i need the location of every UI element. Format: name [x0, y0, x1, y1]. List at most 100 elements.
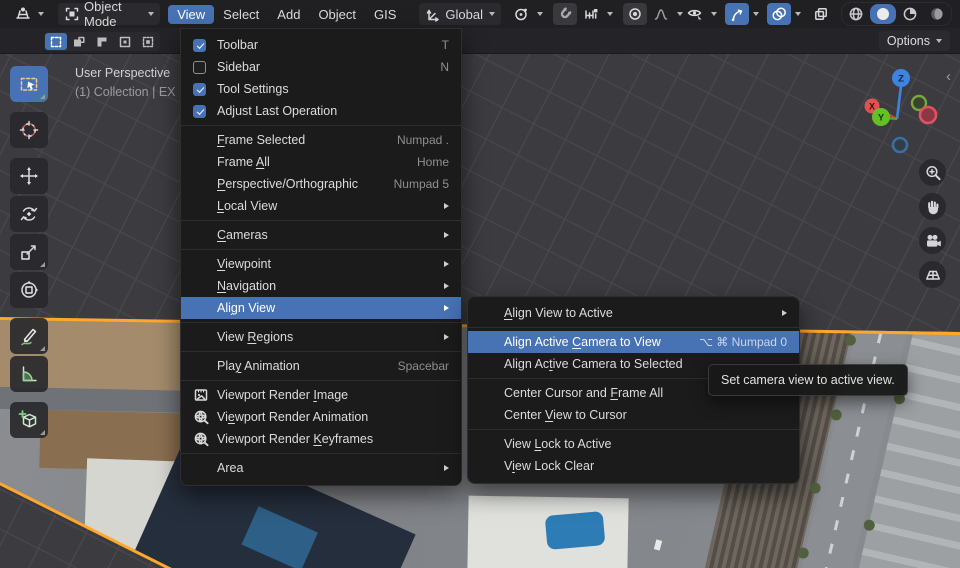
- pivot-point-dropdown[interactable]: [509, 3, 543, 25]
- zoom-icon[interactable]: [919, 159, 946, 186]
- view-menu-item-sidebar[interactable]: SidebarN: [181, 56, 461, 78]
- menu-item-label: Viewport Render Animation: [217, 410, 439, 424]
- menu-item-label: Center View to Cursor: [504, 408, 777, 422]
- menu-item-right: [444, 232, 449, 238]
- view-menu-item-play-animation[interactable]: Play AnimationSpacebar: [181, 355, 461, 377]
- editor-type-button[interactable]: [8, 3, 50, 25]
- view-menu-item-frame-selected[interactable]: Frame SelectedNumpad .: [181, 129, 461, 151]
- menu-item-label: Area: [217, 461, 434, 475]
- menu-item-label: Play Animation: [217, 359, 388, 373]
- render-keyframes-icon: [193, 431, 209, 447]
- menu-separator: [468, 327, 799, 328]
- view-menu-item-cameras[interactable]: Cameras: [181, 224, 461, 246]
- tool-transform[interactable]: [10, 272, 48, 308]
- shading-wireframe-icon[interactable]: [843, 4, 869, 24]
- menu-item-label: Align Active Camera to View: [504, 335, 689, 349]
- view-menu-item-viewport-render-image[interactable]: Viewport Render Image: [181, 384, 461, 406]
- align-submenu-item-align-active-camera-to-view[interactable]: Align Active Camera to View⌥ ⌘ Numpad 0: [468, 331, 799, 353]
- tool-move[interactable]: [10, 158, 48, 194]
- view-menu-item-tool-settings[interactable]: Tool Settings: [181, 78, 461, 100]
- snap-increment-icon[interactable]: [579, 3, 603, 25]
- sidebar-toggle-arrow[interactable]: ‹: [946, 68, 951, 85]
- submenu-arrow-icon: [444, 283, 449, 289]
- visibility-dropdown[interactable]: [683, 3, 717, 25]
- chevron-down-icon: [936, 39, 942, 43]
- snap-magnet-icon[interactable]: [553, 3, 577, 25]
- tool-add-cube[interactable]: [10, 402, 48, 438]
- gizmos-toggle[interactable]: [725, 3, 759, 25]
- menu-add[interactable]: Add: [268, 5, 309, 24]
- view-menu-item-view-regions[interactable]: View Regions: [181, 326, 461, 348]
- viewport-nav-rail: [919, 159, 946, 288]
- menu-item-label: Align View to Active: [504, 306, 772, 320]
- camera-view-icon[interactable]: [919, 227, 946, 254]
- transform-orientation-dropdown[interactable]: Global: [419, 3, 501, 25]
- view-menu-item-viewport-render-animation[interactable]: Viewport Render Animation: [181, 406, 461, 428]
- menu-object[interactable]: Object: [309, 5, 365, 24]
- svg-text:Z: Z: [898, 74, 904, 85]
- menu-separator: [181, 351, 461, 352]
- view-menu-item-navigation[interactable]: Navigation: [181, 275, 461, 297]
- view-menu-item-align-view[interactable]: Align View: [181, 297, 461, 319]
- blender-window: Object Mode ViewSelectAddObjectGIS Globa…: [0, 0, 960, 568]
- tool-select-box[interactable]: [10, 66, 48, 102]
- view-menu-item-local-view[interactable]: Local View: [181, 195, 461, 217]
- chevron-down-icon: [489, 12, 495, 16]
- menu-gis[interactable]: GIS: [365, 5, 405, 24]
- tool-group: [10, 158, 48, 308]
- view-menu-item-viewport-render-keyframes[interactable]: Viewport Render Keyframes: [181, 428, 461, 450]
- view-menu-item-viewpoint[interactable]: Viewpoint: [181, 253, 461, 275]
- pan-hand-icon[interactable]: [919, 193, 946, 220]
- menu-select[interactable]: Select: [214, 5, 268, 24]
- tool-measure[interactable]: [10, 356, 48, 392]
- icon-cell: [193, 387, 217, 403]
- toggle-orthographic-icon[interactable]: [919, 261, 946, 288]
- scale-icon: [18, 241, 40, 263]
- tool-scale[interactable]: [10, 234, 48, 270]
- submenu-arrow-icon: [782, 310, 787, 316]
- xray-toggle-icon[interactable]: [809, 3, 833, 25]
- visibility-eye-icon: [683, 3, 707, 25]
- options-button[interactable]: Options: [879, 31, 950, 51]
- view-menu-item-adjust-last-operation[interactable]: Adjust Last Operation: [181, 100, 461, 122]
- tool-annotate[interactable]: [10, 318, 48, 354]
- chevron-down-icon: [537, 12, 543, 16]
- menu-view[interactable]: View: [168, 5, 214, 24]
- pivot-point-icon: [509, 3, 533, 25]
- view-menu-item-area[interactable]: Area: [181, 457, 461, 479]
- align-submenu-item-align-view-to-active[interactable]: Align View to Active: [468, 302, 799, 324]
- navigation-gizmo[interactable]: Z X Y: [850, 62, 940, 167]
- align-submenu-item-center-view-to-cursor[interactable]: Center View to Cursor: [468, 404, 799, 426]
- menu-separator: [181, 380, 461, 381]
- align-submenu-item-view-lock-clear[interactable]: View Lock Clear: [468, 455, 799, 477]
- select-mode-invert-icon[interactable]: [114, 33, 136, 50]
- shading-mode-group: [841, 2, 952, 26]
- mode-dropdown[interactable]: Object Mode: [58, 3, 160, 25]
- overlays-toggle[interactable]: [767, 3, 801, 25]
- align-submenu-item-view-lock-to-active[interactable]: View Lock to Active: [468, 433, 799, 455]
- menu-item-right: T: [442, 38, 449, 52]
- checkbox-checked-icon: [193, 39, 206, 52]
- menu-separator: [181, 249, 461, 250]
- falloff-curve-icon[interactable]: [649, 3, 673, 25]
- view-menu-item-perspective-orthographic[interactable]: Perspective/OrthographicNumpad 5: [181, 173, 461, 195]
- chevron-down-icon: [148, 12, 154, 16]
- tool-group-corner: [40, 262, 45, 267]
- shading-material-preview-icon[interactable]: [897, 4, 923, 24]
- proportional-editing-icon[interactable]: [623, 3, 647, 25]
- select-mode-set-icon[interactable]: [45, 33, 67, 50]
- tool-cursor[interactable]: [10, 112, 48, 148]
- tool-rotate[interactable]: [10, 196, 48, 232]
- tool-group: [10, 66, 48, 102]
- shading-rendered-icon[interactable]: [924, 4, 950, 24]
- select-mode-extend-icon[interactable]: [68, 33, 90, 50]
- menu-bar: ViewSelectAddObjectGIS: [168, 5, 405, 24]
- select-mode-subtract-icon[interactable]: [91, 33, 113, 50]
- menu-item-label: Align View: [217, 301, 434, 315]
- select-mode-intersect-icon[interactable]: [137, 33, 159, 50]
- options-label: Options: [887, 34, 930, 48]
- view-menu-item-frame-all[interactable]: Frame AllHome: [181, 151, 461, 173]
- shading-solid-icon[interactable]: [870, 4, 896, 24]
- view-menu-item-toolbar[interactable]: ToolbarT: [181, 34, 461, 56]
- tool-group-corner: [40, 94, 45, 99]
